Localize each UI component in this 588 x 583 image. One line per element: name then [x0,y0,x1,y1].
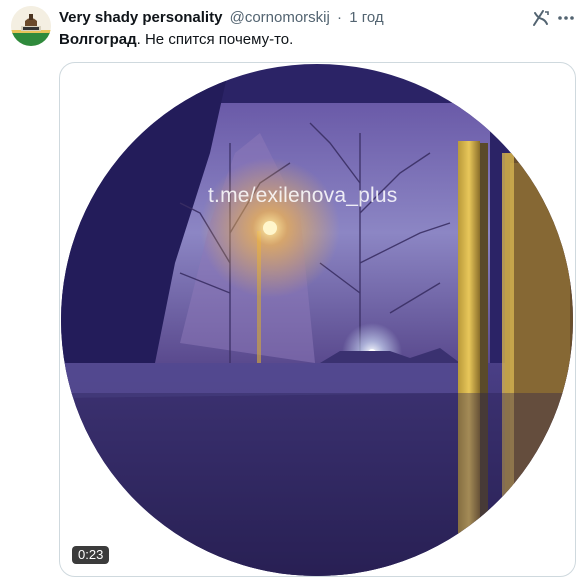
video-media[interactable]: t.me/exilenova_plus 0:23 [59,62,576,577]
tweet-text-rest: . Не спится почему-то. [136,31,294,48]
avatar[interactable] [11,6,51,46]
tweet[interactable]: Very shady personality @cornomorskij · 1… [0,0,588,583]
tweet-timestamp[interactable]: 1 год [349,9,383,26]
user-handle[interactable]: @cornomorskij [230,9,330,26]
video-duration-badge: 0:23 [72,546,110,564]
tweet-text: Волгоград. Не спится почему-то. [59,31,293,49]
video-watermark: t.me/exilenova_plus [208,184,398,207]
avatar-icon [11,6,51,46]
display-name[interactable]: Very shady personality [59,9,222,26]
tweet-header: Very shady personality @cornomorskij · 1… [59,9,384,27]
separator-dot: · [337,9,343,26]
grok-button[interactable] [531,8,551,28]
more-options-button[interactable] [556,8,576,28]
video-frame [61,64,573,576]
grok-icon [533,10,549,26]
tweet-text-bold: Волгоград [59,31,137,48]
more-icon [558,16,574,20]
